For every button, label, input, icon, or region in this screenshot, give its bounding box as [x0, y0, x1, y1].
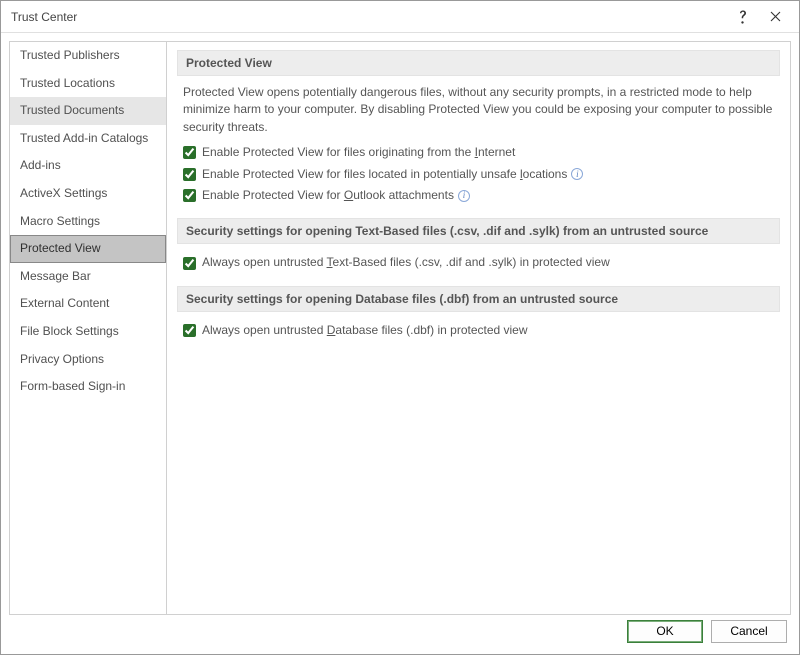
option-label: Always open untrusted Text-Based files (… [202, 254, 610, 271]
option-db-files[interactable]: Always open untrusted Database files (.d… [183, 320, 774, 341]
titlebar: Trust Center [1, 1, 799, 33]
option-pv-internet[interactable]: Enable Protected View for files originat… [183, 142, 774, 163]
protected-view-description: Protected View opens potentially dangero… [183, 84, 774, 136]
sidebar-item-activex-settings[interactable]: ActiveX Settings [10, 180, 166, 208]
help-button[interactable] [727, 3, 759, 31]
cancel-button[interactable]: Cancel [711, 620, 787, 643]
option-text-files[interactable]: Always open untrusted Text-Based files (… [183, 252, 774, 273]
sidebar-item-addins[interactable]: Add-ins [10, 152, 166, 180]
sidebar-item-trusted-documents[interactable]: Trusted Documents [10, 97, 166, 125]
close-button[interactable] [759, 3, 791, 31]
option-label: Enable Protected View for Outlook attach… [202, 187, 454, 204]
sidebar-item-macro-settings[interactable]: Macro Settings [10, 208, 166, 236]
checkbox-db-files[interactable] [183, 324, 196, 337]
checkbox-pv-unsafe-locations[interactable] [183, 168, 196, 181]
info-icon[interactable]: i [571, 168, 583, 180]
section-header-protected-view: Protected View [177, 50, 780, 76]
option-pv-outlook[interactable]: Enable Protected View for Outlook attach… [183, 185, 774, 206]
section-header-db-files: Security settings for opening Database f… [177, 286, 780, 312]
footer: OK Cancel [1, 615, 799, 647]
sidebar-item-privacy-options[interactable]: Privacy Options [10, 346, 166, 374]
checkbox-pv-outlook[interactable] [183, 189, 196, 202]
sidebar: Trusted Publishers Trusted Locations Tru… [9, 41, 167, 615]
section-body-db-files: Always open untrusted Database files (.d… [177, 320, 780, 353]
option-label: Always open untrusted Database files (.d… [202, 322, 528, 339]
sidebar-item-message-bar[interactable]: Message Bar [10, 263, 166, 291]
section-body-protected-view: Protected View opens potentially dangero… [177, 84, 780, 218]
sidebar-item-trusted-publishers[interactable]: Trusted Publishers [10, 42, 166, 70]
content-area: Trusted Publishers Trusted Locations Tru… [1, 33, 799, 615]
checkbox-text-files[interactable] [183, 257, 196, 270]
sidebar-item-trusted-locations[interactable]: Trusted Locations [10, 70, 166, 98]
sidebar-item-protected-view[interactable]: Protected View [10, 235, 166, 263]
help-icon [738, 10, 748, 24]
section-body-text-files: Always open untrusted Text-Based files (… [177, 252, 780, 285]
section-header-text-files: Security settings for opening Text-Based… [177, 218, 780, 244]
close-icon [770, 11, 781, 22]
option-pv-unsafe-locations[interactable]: Enable Protected View for files located … [183, 164, 774, 185]
sidebar-item-file-block-settings[interactable]: File Block Settings [10, 318, 166, 346]
sidebar-item-trusted-addin-catalogs[interactable]: Trusted Add-in Catalogs [10, 125, 166, 153]
option-label: Enable Protected View for files originat… [202, 144, 515, 161]
ok-button[interactable]: OK [627, 620, 703, 643]
sidebar-item-form-based-signin[interactable]: Form-based Sign-in [10, 373, 166, 401]
checkbox-pv-internet[interactable] [183, 146, 196, 159]
sidebar-item-external-content[interactable]: External Content [10, 290, 166, 318]
window-title: Trust Center [11, 10, 727, 24]
option-label: Enable Protected View for files located … [202, 166, 567, 183]
main-panel: Protected View Protected View opens pote… [167, 41, 791, 615]
info-icon[interactable]: i [458, 190, 470, 202]
